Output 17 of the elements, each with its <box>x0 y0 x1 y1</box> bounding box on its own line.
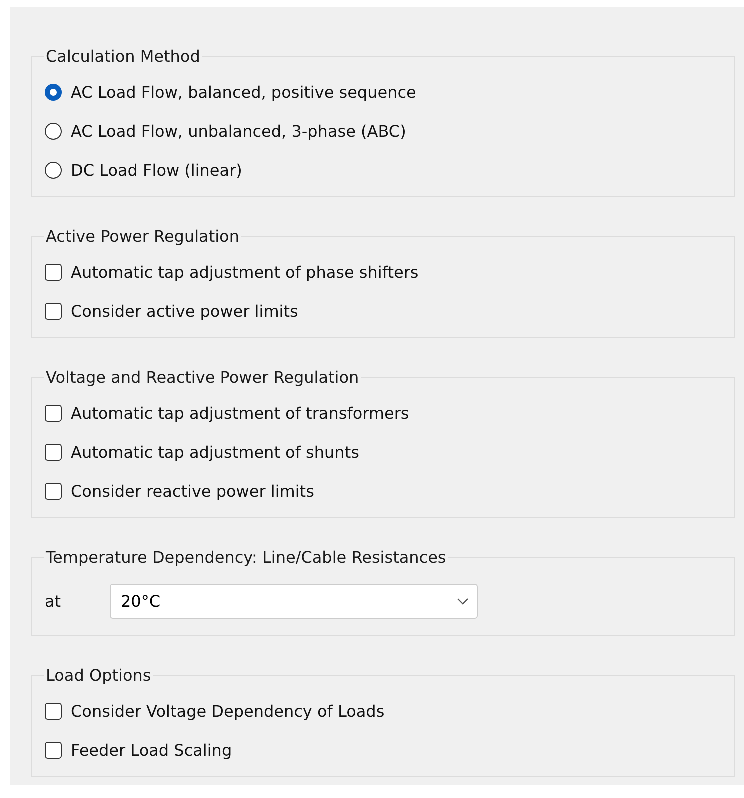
option-label: AC Load Flow, unbalanced, 3-phase (ABC) <box>71 122 406 140</box>
option-label: Consider active power limits <box>71 302 298 320</box>
group-title: Active Power Regulation <box>45 227 240 246</box>
group-title: Voltage and Reactive Power Regulation <box>45 368 360 387</box>
group-title: Temperature Dependency: Line/Cable Resistances <box>45 548 448 567</box>
option-label: AC Load Flow, balanced, positive sequence <box>71 82 416 102</box>
option-label: Consider reactive power limits <box>71 482 314 500</box>
field-label: at <box>45 592 62 610</box>
option-label: DC Load Flow (linear) <box>71 160 242 180</box>
option-label: Automatic tap adjustment of transformers <box>71 404 410 422</box>
group-title: Load Options <box>45 666 152 685</box>
option-label: Feeder Load Scaling <box>71 740 232 760</box>
temperature-dropdown[interactable]: 20°C <box>110 584 478 618</box>
option-label: Consider Voltage Dependency of Loads <box>71 702 385 720</box>
option-label: Automatic tap adjustment of phase shifters <box>71 262 419 282</box>
option-label: Automatic tap adjustment of shunts <box>71 442 360 462</box>
group-title: Calculation Method <box>45 47 202 66</box>
